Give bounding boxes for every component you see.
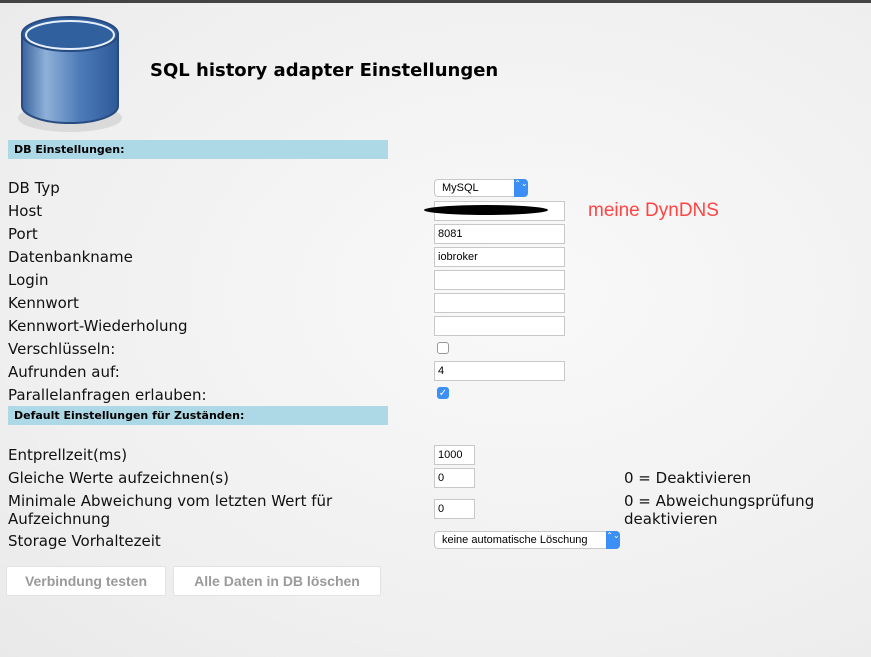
section-db-settings: DB Einstellungen: — [8, 140, 388, 159]
min-diff-note-line1: 0 = Abweichungsprüfung — [624, 492, 815, 510]
select-arrows-icon: ⌃⌄ — [606, 531, 620, 549]
password-label: Kennwort — [8, 294, 79, 312]
round-label: Aufrunden auf: — [8, 363, 120, 381]
debounce-input[interactable]: 1000 — [434, 445, 475, 465]
window-top-border — [0, 0, 871, 3]
password-repeat-input[interactable] — [434, 316, 565, 336]
round-input[interactable]: 4 — [434, 361, 565, 381]
retention-label: Storage Vorhaltezeit — [8, 532, 161, 550]
port-label: Port — [8, 225, 38, 243]
encrypt-label: Verschlüsseln: — [8, 340, 116, 358]
same-values-input[interactable]: 0 — [434, 468, 475, 488]
min-diff-input[interactable]: 0 — [434, 499, 475, 519]
min-diff-label-line1: Minimale Abweichung vom letzten Wert für — [8, 492, 333, 510]
dyndns-annotation: meine DynDNS — [588, 200, 719, 221]
database-logo-icon — [18, 16, 122, 132]
delete-all-data-button[interactable]: Alle Daten in DB löschen — [173, 566, 381, 596]
dbname-input[interactable]: iobroker — [434, 247, 565, 267]
login-input[interactable] — [434, 270, 565, 290]
db-type-value: MySQL — [442, 182, 479, 194]
retention-select[interactable]: keine automatische Löschung ⌃⌄ — [434, 531, 620, 549]
min-diff-label-line2: Aufzeichnung — [8, 510, 111, 528]
redaction-scribble — [424, 205, 548, 215]
password-input[interactable] — [434, 293, 565, 313]
test-connection-button[interactable]: Verbindung testen — [6, 566, 166, 596]
dbname-label: Datenbankname — [8, 248, 133, 266]
page-title: SQL history adapter Einstellungen — [150, 60, 499, 81]
encrypt-checkbox[interactable] — [437, 342, 449, 354]
login-label: Login — [8, 271, 49, 289]
retention-value: keine automatische Löschung — [442, 534, 588, 546]
select-arrows-icon: ⌃⌄ — [514, 179, 528, 197]
same-values-label: Gleiche Werte aufzeichnen(s) — [8, 469, 229, 487]
parallel-label: Parallelanfragen erlauben: — [8, 386, 207, 404]
password-repeat-label: Kennwort-Wiederholung — [8, 317, 188, 335]
host-label: Host — [8, 202, 43, 220]
parallel-checkbox[interactable]: ✓ — [437, 387, 449, 399]
port-input[interactable]: 8081 — [434, 224, 565, 244]
section-default-settings: Default Einstellungen für Zuständen: — [8, 406, 388, 425]
db-type-label: DB Typ — [8, 179, 60, 197]
debounce-label: Entprellzeit(ms) — [8, 446, 128, 464]
same-values-note: 0 = Deaktivieren — [624, 469, 752, 487]
min-diff-note-line2: deaktivieren — [624, 510, 718, 528]
db-type-select[interactable]: MySQL ⌃⌄ — [434, 179, 528, 197]
